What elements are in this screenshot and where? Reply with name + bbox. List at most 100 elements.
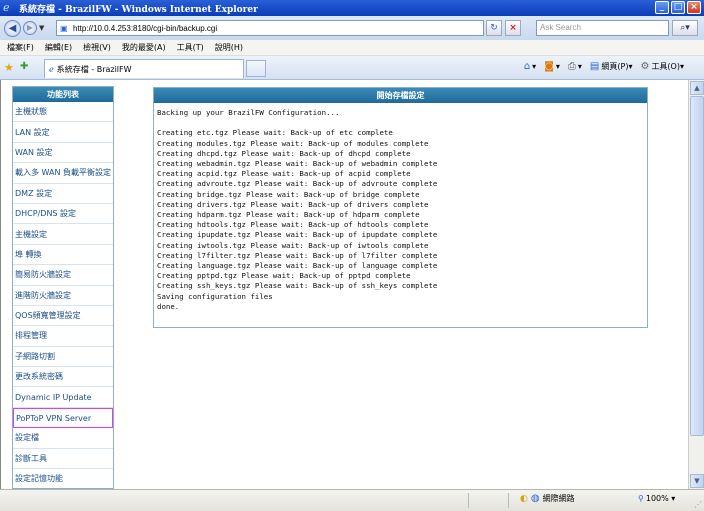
window-title: 系統存檔 - BrazilFW - Windows Internet Explo…: [19, 4, 258, 15]
resize-grip[interactable]: ⋰: [694, 500, 702, 509]
menu-bar: 檔案(F) 編輯(E) 檢視(V) 我的最愛(A) 工具(T) 說明(H): [0, 40, 704, 56]
home-icon[interactable]: ⌂ ▾: [524, 61, 536, 72]
sidebar-item[interactable]: 子網路切割: [13, 347, 113, 368]
print-icon[interactable]: ⎙ ▾: [568, 61, 582, 72]
sidebar-item[interactable]: PoPToP VPN Server: [13, 407, 113, 429]
log-line: Creating dhcpd.tgz Please wait: Back-up …: [157, 148, 411, 158]
log-line: Creating bridge.tgz Please wait: Back-up…: [157, 189, 420, 199]
log-line: Creating hdparm.tgz Please wait: Back-up…: [157, 210, 420, 220]
globe-icon: ◍: [530, 493, 540, 504]
ie-icon: ℯ: [3, 1, 10, 14]
tools-gear-icon: ⚙: [640, 61, 650, 72]
maximize-button[interactable]: □: [671, 1, 685, 14]
log-line: Creating acpid.tgz Please wait: Back-up …: [157, 169, 411, 179]
log-line: Creating hdtools.tgz Please wait: Back-u…: [157, 220, 429, 230]
sidebar-item[interactable]: 進階防火牆設定: [13, 286, 113, 306]
stop-icon[interactable]: ×: [505, 20, 521, 36]
vertical-scrollbar[interactable]: ▲ ▼: [688, 80, 704, 489]
minimize-button[interactable]: _: [655, 1, 669, 14]
sidebar-item[interactable]: 設定檔: [13, 428, 113, 449]
close-button[interactable]: ×: [687, 1, 701, 14]
address-bar[interactable]: ▣ http://10.0.4.253:8180/cgi-bin/backup.…: [56, 20, 484, 36]
status-section: [508, 493, 518, 508]
zoom-icon: ⚲: [638, 494, 644, 503]
refresh-icon[interactable]: ↻: [486, 20, 502, 36]
log-line: Creating l7filter.tgz Please wait: Back-…: [157, 250, 438, 260]
menu-view[interactable]: 檢視(V): [83, 42, 111, 53]
page-icon: ℯ: [49, 64, 54, 74]
sidebar-item[interactable]: QOS頻寬管理設定: [13, 306, 113, 327]
sidebar-item[interactable]: 設定記憶功能: [13, 469, 113, 488]
scroll-thumb[interactable]: [690, 96, 704, 436]
sidebar-header: 功能列表: [13, 87, 113, 102]
scroll-up-icon[interactable]: ▲: [690, 81, 704, 95]
sidebar-item[interactable]: 埠 轉換: [13, 245, 113, 266]
sidebar-item[interactable]: DMZ 設定: [13, 184, 113, 204]
panel-header: 開始存檔設定: [154, 88, 647, 103]
sidebar-item[interactable]: 載入多 WAN 負載平衡設定: [13, 163, 113, 184]
status-section: [468, 493, 508, 508]
log-line: Backing up your BrazilFW Configuration..…: [157, 108, 340, 117]
security-zone[interactable]: ◐ ◍ 網際網路: [520, 493, 575, 504]
sidebar-item[interactable]: 診斷工具: [13, 449, 113, 470]
tab-title: 系統存檔 - BrazilFW: [56, 64, 132, 74]
sidebar-item[interactable]: 排程管理: [13, 326, 113, 347]
log-line: Creating advroute.tgz Please wait: Back-…: [157, 179, 438, 189]
tab-bar: ★ ✚ ℯ 系統存檔 - BrazilFW ⌂ ▾ ◙ ▾ ⎙ ▾ ▤ 網頁(P) ▾ ⚙…: [0, 56, 704, 80]
backup-log: Backing up your BrazilFW Configuration..…: [154, 103, 647, 317]
log-line: Creating pptpd.tgz Please wait: Back-up …: [157, 271, 411, 281]
log-line: Creating ipupdate.tgz Please wait: Back-…: [157, 230, 438, 240]
address-url[interactable]: http://10.0.4.253:8180/cgi-bin/backup.cg…: [73, 24, 217, 33]
log-line: done.: [157, 301, 180, 311]
sidebar-item[interactable]: 更改系統密碼: [13, 367, 113, 388]
sidebar-item[interactable]: DHCP/DNS 設定: [13, 204, 113, 225]
log-line: Creating webadmin.tgz Please wait: Back-…: [157, 159, 438, 168]
page-icon: ▤: [589, 61, 600, 72]
menu-edit[interactable]: 編輯(E): [45, 42, 72, 53]
menu-file[interactable]: 檔案(F): [7, 42, 34, 53]
sidebar-item[interactable]: Dynamic IP Update: [13, 387, 113, 408]
sidebar-item[interactable]: WAN 設定: [13, 143, 113, 164]
back-arrow-icon[interactable]: ◀: [4, 19, 21, 37]
sidebar-list: 主機狀態 LAN 設定 WAN 設定 載入多 WAN 負載平衡設定 DMZ 設定 DHCP…: [13, 102, 113, 488]
command-bar: ⌂ ▾ ◙ ▾ ⎙ ▾ ▤ 網頁(P) ▾ ⚙ 工具(O) ▾: [524, 61, 684, 72]
rss-icon[interactable]: ◙ ▾: [544, 61, 560, 72]
page-content: 功能列表 主機狀態 LAN 設定 WAN 設定 載入多 WAN 負載平衡設定 DMZ 設…: [0, 80, 688, 489]
log-line: Creating drivers.tgz Please wait: Back-u…: [157, 199, 429, 209]
backup-panel: 開始存檔設定 Backing up your BrazilFW Configur…: [153, 87, 648, 328]
star-icon[interactable]: ★: [4, 61, 14, 74]
search-icon[interactable]: ⌕▾: [672, 20, 698, 36]
log-line: Creating etc.tgz Please wait: Back-up of…: [157, 128, 393, 138]
history-dropdown-icon[interactable]: ▼: [39, 24, 44, 32]
sidebar-item[interactable]: LAN 設定: [13, 122, 113, 143]
sidebar-item[interactable]: 主機設定: [13, 224, 113, 245]
address-actions: ↻ ×: [486, 20, 521, 36]
forward-arrow-icon[interactable]: ▶: [23, 21, 37, 35]
title-bar: ℯ 系統存檔 - BrazilFW - Windows Internet Exp…: [0, 0, 704, 16]
add-favorite-icon[interactable]: ✚: [20, 61, 28, 72]
log-line: Saving configuration files: [157, 291, 273, 301]
sidebar-item[interactable]: 簡易防火牆設定: [13, 265, 113, 286]
log-line: Creating ssh_keys.tgz Please wait: Back-…: [157, 281, 438, 291]
zoom-control[interactable]: ⚲ 100% ▾: [638, 494, 675, 503]
protected-mode-icon: ◐: [520, 493, 528, 504]
menu-favorites[interactable]: 我的最愛(A): [122, 42, 166, 53]
zone-label: 網際網路: [542, 494, 575, 503]
page-icon: ▣: [60, 23, 68, 33]
new-tab-button[interactable]: [246, 60, 266, 77]
address-toolbar: ◀ ▶ ▼ ▣ http://10.0.4.253:8180/cgi-bin/b…: [0, 16, 704, 40]
page-menu-button[interactable]: ▤ 網頁(P) ▾: [590, 61, 633, 72]
scroll-down-icon[interactable]: ▼: [690, 474, 704, 488]
sidebar-item[interactable]: 主機狀態: [13, 102, 113, 123]
sidebar: 功能列表 主機狀態 LAN 設定 WAN 設定 載入多 WAN 負載平衡設定 DMZ 設…: [12, 86, 114, 489]
status-bar: ◐ ◍ 網際網路 ⚲ 100% ▾ ⋰: [0, 489, 704, 511]
search-input[interactable]: Ask Search: [536, 20, 669, 36]
log-line: Creating iwtools.tgz Please wait: Back-u…: [157, 240, 429, 250]
tab-active[interactable]: ℯ 系統存檔 - BrazilFW: [44, 59, 244, 78]
tools-menu-button[interactable]: ⚙ 工具(O) ▾: [640, 61, 684, 72]
window-controls: _ □ ×: [655, 1, 701, 14]
menu-help[interactable]: 說明(H): [215, 42, 243, 53]
log-line: Creating language.tgz Please wait: Back-…: [157, 261, 438, 271]
menu-tools[interactable]: 工具(T): [177, 42, 204, 53]
